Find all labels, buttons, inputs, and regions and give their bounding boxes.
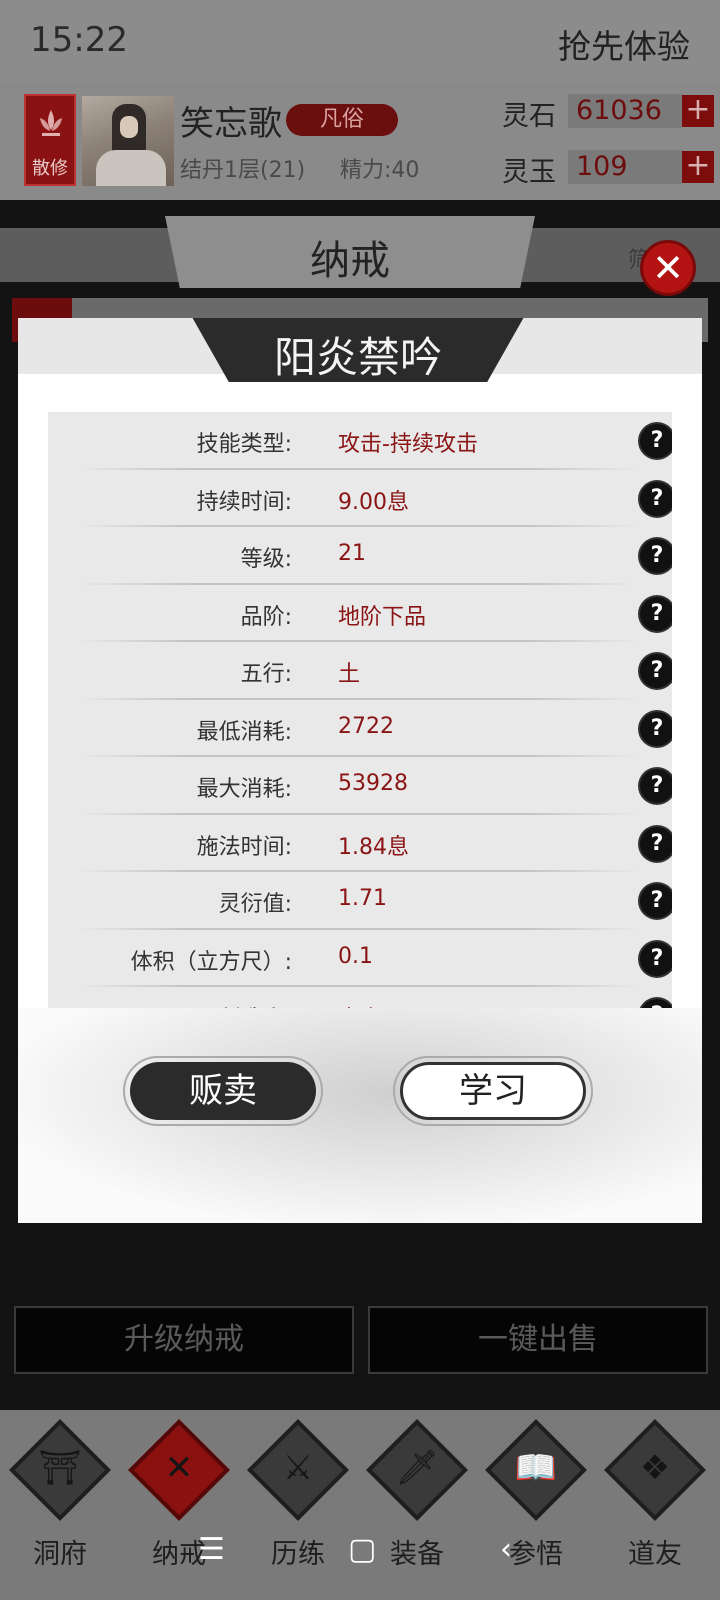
- attribute-label: 等级:: [240, 547, 292, 572]
- dialog-title: 阳炎禁吟: [273, 333, 442, 382]
- first-experience-link[interactable]: 抢先体验: [558, 20, 690, 68]
- home-icon[interactable]: ▢: [348, 1532, 376, 1567]
- skill-detail-dialog: 阳炎禁吟 技能类型: 攻击-持续攻击? 持续时间: 9.00息? 等级: 21? 品阶: 地阶…: [18, 318, 702, 1223]
- attribute-row: 品阶: 地阶下品?: [48, 585, 672, 642]
- menu-icon[interactable]: ☰: [198, 1532, 225, 1567]
- cultivation-level: 结丹1层(21): [180, 158, 306, 183]
- help-icon[interactable]: ?: [640, 539, 672, 573]
- attribute-row: 施法时间: 1.84息?: [48, 815, 672, 872]
- attribute-value: 9.00息: [338, 489, 409, 515]
- help-icon[interactable]: ?: [640, 424, 672, 458]
- status-bar: 15:22 抢先体验: [0, 0, 720, 82]
- sell-button[interactable]: 贩卖: [130, 1062, 316, 1120]
- attribute-value: 1.84息: [338, 834, 409, 860]
- attribute-row: 等级: 21?: [48, 527, 672, 585]
- clock: 15:22: [30, 20, 128, 60]
- player-info-bar: 散修 笑忘歌 凡俗 结丹1层(21) 精力:40 灵石 61036 + 灵玉 1…: [0, 82, 720, 200]
- book-icon: 📖: [514, 1448, 558, 1488]
- spirit-jade-value: 109: [568, 150, 682, 184]
- attribute-value: 1.71: [338, 886, 387, 911]
- help-icon[interactable]: ?: [640, 826, 672, 861]
- sell-all-button[interactable]: 一键出售: [368, 1306, 708, 1374]
- attribute-row: 技能类型: 攻击-持续攻击?: [48, 412, 672, 470]
- attribute-label: 体积（立方尺）:: [130, 949, 292, 975]
- handshake-icon: ❖: [639, 1448, 671, 1488]
- rank-label: 散修: [32, 158, 68, 179]
- attribute-list[interactable]: 技能类型: 攻击-持续攻击? 持续时间: 9.00息? 等级: 21? 品阶: 地阶下品? 五行…: [48, 412, 672, 1024]
- realm-tag: 凡俗: [286, 104, 398, 136]
- attribute-label: 灵衍值:: [218, 892, 292, 917]
- help-icon[interactable]: ?: [640, 654, 672, 688]
- player-name: 笑忘歌: [180, 104, 282, 144]
- attribute-label: 品阶:: [240, 604, 292, 630]
- attribute-row: 最低消耗: 2722?: [48, 700, 672, 757]
- attribute-label: 最低消耗:: [196, 719, 292, 745]
- attribute-value: 2722: [338, 713, 394, 739]
- lotus-icon: [40, 110, 62, 136]
- attribute-value: 0.1: [338, 943, 373, 969]
- add-spirit-stone-button[interactable]: +: [682, 95, 714, 127]
- add-spirit-jade-button[interactable]: +: [682, 151, 714, 183]
- energy-value: 精力:40: [340, 158, 420, 183]
- attribute-value: 地阶下品: [338, 604, 427, 630]
- swords-icon: ⚔: [282, 1448, 314, 1488]
- attribute-label: 最大消耗:: [196, 777, 292, 802]
- attribute-row: 体积（立方尺）: 0.1?: [48, 930, 672, 987]
- help-icon[interactable]: ?: [640, 884, 672, 918]
- help-icon[interactable]: ?: [640, 481, 672, 516]
- attribute-row: 持续时间: 9.00息?: [48, 470, 672, 527]
- mountain-mist-backdrop: [18, 1008, 702, 1223]
- help-icon[interactable]: ?: [640, 711, 672, 746]
- rank-badge[interactable]: 散修: [24, 94, 76, 186]
- attribute-row: 五行: 土?: [48, 642, 672, 700]
- spirit-stone-value: 61036: [568, 94, 682, 128]
- avatar[interactable]: [82, 96, 174, 186]
- learn-button[interactable]: 学习: [400, 1062, 586, 1120]
- gate-icon: ⛩: [38, 1448, 82, 1488]
- dagger-icon: 🗡: [395, 1448, 439, 1488]
- attribute-value: 21: [338, 541, 366, 566]
- attribute-value: 土: [338, 662, 361, 687]
- back-icon[interactable]: ‹: [500, 1532, 512, 1567]
- attribute-label: 技能类型:: [196, 432, 292, 457]
- attribute-row: 最大消耗: 53928?: [48, 757, 672, 815]
- page-title: 纳戒: [310, 238, 390, 284]
- spirit-stone-label: 灵石: [502, 101, 556, 132]
- attribute-value: 53928: [338, 771, 408, 796]
- attribute-label: 持续时间:: [196, 489, 292, 515]
- ring-icon: ✕: [164, 1448, 194, 1488]
- attribute-label: 施法时间:: [196, 834, 292, 860]
- help-icon[interactable]: ?: [640, 769, 672, 803]
- help-icon[interactable]: ?: [640, 596, 672, 631]
- spirit-jade-label: 灵玉: [502, 157, 556, 188]
- attribute-row: 灵衍值: 1.71?: [48, 872, 672, 930]
- close-icon[interactable]: ✕: [640, 240, 696, 296]
- help-icon[interactable]: ?: [640, 941, 672, 976]
- attribute-label: 五行:: [240, 662, 292, 687]
- attribute-value: 攻击-持续攻击: [338, 432, 478, 457]
- upgrade-ring-button[interactable]: 升级纳戒: [14, 1306, 354, 1374]
